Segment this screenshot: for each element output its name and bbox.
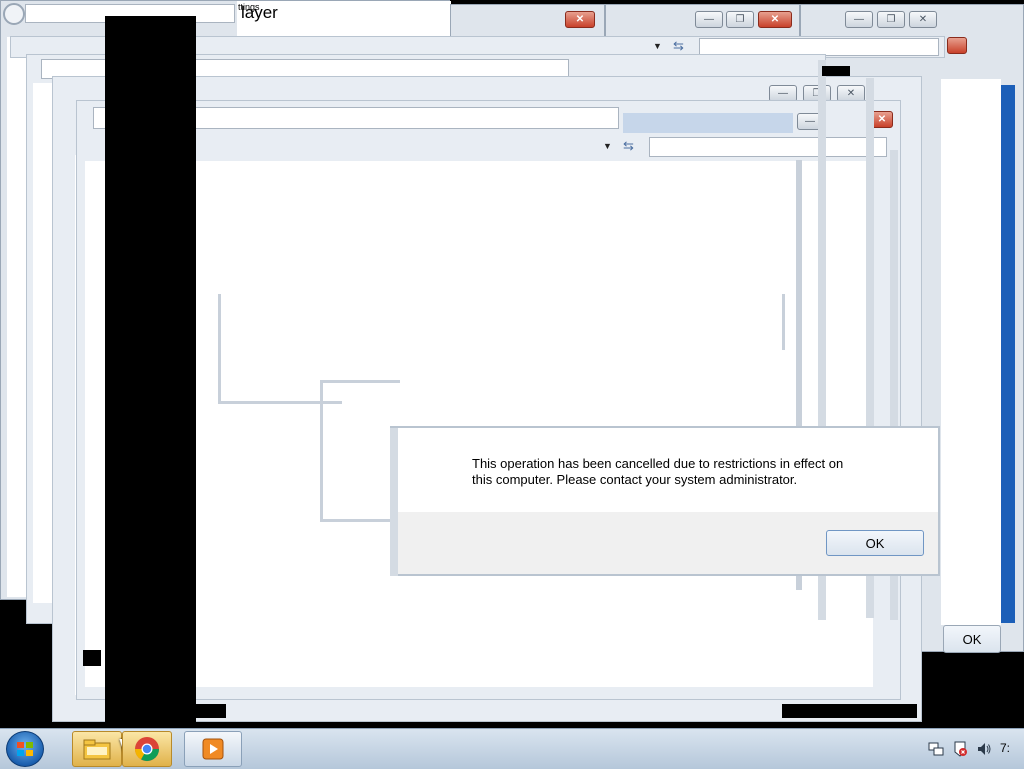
background-window-2: ✕ — [450, 4, 605, 36]
maximize-icon: ❐ — [886, 13, 896, 25]
taskbar-item-media-player[interactable] — [184, 731, 242, 767]
window-title-fragment-large: layer — [241, 3, 278, 22]
ok-label: OK — [962, 631, 982, 647]
message-line-2: this computer. Please contact your syste… — [472, 472, 798, 487]
refresh-icon[interactable]: ⇆ — [673, 38, 684, 54]
taskbar-item-chrome[interactable] — [122, 731, 172, 767]
close-icon: ✕ — [770, 13, 780, 25]
background-window-d: — ✕ ▼ ⇆ — [76, 100, 901, 700]
minimize-icon: — — [854, 13, 864, 25]
maximize-icon: ❐ — [735, 13, 745, 25]
close-icon: ✕ — [877, 113, 887, 125]
ok-button[interactable]: OK — [826, 530, 924, 556]
refresh-icon[interactable]: ⇆ — [623, 138, 634, 154]
inner-frame-2 — [320, 380, 400, 522]
minimize-icon: — — [805, 115, 815, 127]
minimize-button[interactable]: — — [845, 11, 873, 28]
minimize-icon: — — [704, 13, 714, 25]
background-window-3: — ❐ ✕ — [605, 4, 800, 36]
maximize-button[interactable]: ❐ — [726, 11, 754, 28]
chevron-down-icon[interactable]: ▼ — [653, 41, 662, 51]
black-overlay-bottom-left — [196, 704, 226, 718]
close-button[interactable]: ✕ — [871, 111, 893, 128]
error-dialog: This operation has been cancelled due to… — [390, 426, 940, 576]
system-tray: 7: — [920, 729, 1024, 769]
window-icon — [3, 3, 25, 25]
maximize-button[interactable]: ❐ — [877, 11, 905, 28]
black-overlay-strip — [83, 650, 101, 666]
close-button[interactable]: ✕ — [909, 11, 937, 28]
start-button[interactable] — [6, 731, 44, 767]
dialog-left-edge — [390, 428, 398, 576]
dialog-message: This operation has been cancelled due to… — [472, 456, 902, 488]
close-button-behind[interactable] — [947, 37, 967, 54]
minimize-button[interactable]: — — [695, 11, 723, 28]
close-button[interactable]: ✕ — [565, 11, 595, 28]
taskbar: 7: — [0, 728, 1024, 769]
clock[interactable]: 7: — [1000, 741, 1010, 755]
chrome-icon — [135, 737, 159, 762]
search-input[interactable] — [649, 137, 887, 157]
window-content — [941, 79, 1001, 625]
media-player-icon — [202, 738, 224, 760]
ok-button-behind[interactable]: OK — [943, 625, 1001, 653]
close-icon: ✕ — [918, 13, 928, 25]
titlebar-highlight — [623, 113, 793, 133]
close-button[interactable]: ✕ — [758, 11, 792, 28]
ok-label: OK — [865, 535, 885, 551]
minimize-icon: — — [778, 87, 788, 99]
action-center-icon[interactable] — [952, 741, 968, 757]
close-icon: ✕ — [575, 13, 585, 25]
windows-orb-icon — [17, 742, 33, 756]
black-overlay-bar — [105, 16, 196, 728]
message-line-1: This operation has been cancelled due to… — [472, 456, 844, 471]
black-overlay-small — [822, 66, 850, 76]
volume-icon[interactable] — [976, 741, 992, 757]
network-icon[interactable] — [928, 741, 944, 757]
black-overlay-bottom-right — [782, 704, 917, 718]
inner-frame-3 — [782, 294, 790, 350]
file-explorer-icon — [83, 739, 111, 760]
side-bar-accent — [1001, 85, 1015, 623]
address-bar: ▼ ⇆ — [97, 137, 887, 157]
close-icon: ✕ — [846, 87, 856, 99]
window-content — [85, 161, 873, 687]
chevron-down-icon[interactable]: ▼ — [603, 141, 612, 151]
taskbar-item-explorer[interactable] — [72, 731, 122, 767]
